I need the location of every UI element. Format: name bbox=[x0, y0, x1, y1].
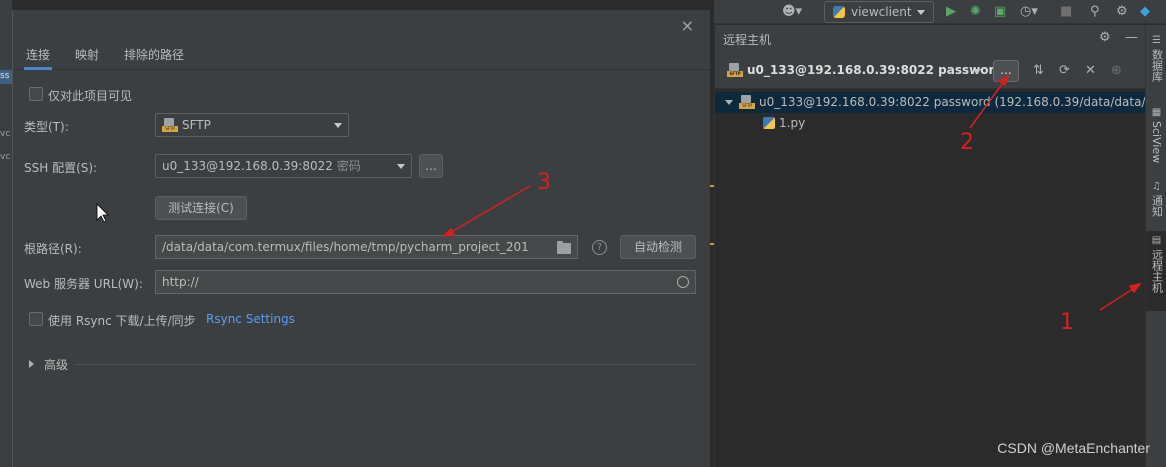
sftp-icon: SFTP bbox=[739, 95, 755, 109]
tool-tab-remote-host[interactable]: ▤ 远程主机 bbox=[1146, 231, 1166, 311]
debug-icon[interactable]: ✺ bbox=[970, 3, 981, 21]
remote-host-title: 远程主机 bbox=[723, 33, 772, 47]
ssh-more-button[interactable]: ... bbox=[419, 154, 443, 178]
main-toolbar: ☻▾ viewclient ▶ ✺ ▣ ◷▾ ■ ⚲ ⚙ ◆ bbox=[714, 0, 1166, 24]
ssh-config-value: u0_133@192.168.0.39:8022 bbox=[162, 159, 333, 173]
ssh-config-select[interactable]: u0_133@192.168.0.39:8022 密码 bbox=[155, 154, 412, 178]
remote-host-toolbar: SFTP u0_133@192.168.0.39:8022 password ..… bbox=[715, 53, 1146, 89]
settings-icon[interactable]: ⚙ bbox=[1116, 3, 1128, 21]
close-icon[interactable]: ✕ bbox=[1085, 63, 1096, 78]
globe-icon[interactable] bbox=[677, 276, 689, 288]
chevron-down-icon[interactable] bbox=[725, 100, 733, 105]
type-select[interactable]: SFTP SFTP bbox=[155, 113, 349, 137]
remote-host-icon: ▤ bbox=[1151, 235, 1162, 246]
tree-row-label: 1.py bbox=[779, 116, 806, 130]
advanced-label: 高级 bbox=[44, 358, 69, 372]
type-label: 类型(T): bbox=[24, 120, 69, 134]
tab-excluded-paths[interactable]: 排除的路径 bbox=[124, 40, 184, 70]
host-more-button[interactable]: ... bbox=[993, 60, 1019, 82]
annotation-number-2: 2 bbox=[960, 130, 974, 155]
python-icon bbox=[833, 6, 845, 18]
stop-icon[interactable]: ■ bbox=[1060, 3, 1072, 21]
chevron-down-icon[interactable] bbox=[973, 69, 981, 74]
sciview-icon: ▦ bbox=[1151, 107, 1162, 118]
search-icon[interactable]: ⚲ bbox=[1090, 3, 1100, 21]
tool-tab-label: SciView bbox=[1150, 121, 1163, 164]
chevron-right-icon bbox=[29, 360, 34, 368]
python-file-icon bbox=[763, 117, 775, 129]
help-icon[interactable]: ? bbox=[592, 240, 607, 255]
bell-icon: ♫ bbox=[1151, 181, 1162, 192]
annotation-number-3: 3 bbox=[537, 170, 551, 195]
jetbrains-logo-icon[interactable]: ◆ bbox=[1140, 3, 1150, 21]
tool-tab-label: 通知 bbox=[1150, 195, 1164, 217]
tree-row-label: u0_133@192.168.0.39:8022 password (192.1… bbox=[759, 95, 1146, 109]
run-icon[interactable]: ▶ bbox=[946, 3, 956, 21]
web-server-url-value: http:// bbox=[162, 275, 199, 289]
visible-only-label: 仅对此项目可见 bbox=[48, 89, 133, 103]
target-icon[interactable]: ⊕ bbox=[1111, 63, 1122, 78]
tree-row-host[interactable]: SFTP u0_133@192.168.0.39:8022 password (1… bbox=[715, 92, 1146, 113]
visible-only-checkbox[interactable] bbox=[29, 87, 43, 101]
chevron-down-icon bbox=[397, 164, 405, 169]
tool-tab-sciview[interactable]: ▦ SciView bbox=[1146, 103, 1166, 173]
minimize-icon[interactable]: — bbox=[1125, 30, 1138, 45]
collapse-icon[interactable]: ⇅ bbox=[1033, 63, 1044, 78]
root-path-value: /data/data/com.termux/files/home/tmp/pyc… bbox=[162, 240, 529, 254]
left-editor-strip: ss vc vc bbox=[0, 0, 12, 467]
test-connection-button[interactable]: 测试连接(C) bbox=[155, 196, 247, 220]
watermark: CSDN @MetaEnchanter bbox=[997, 440, 1150, 456]
tab-connection[interactable]: 连接 bbox=[24, 40, 53, 70]
host-select[interactable]: SFTP u0_133@192.168.0.39:8022 password bbox=[727, 63, 1003, 77]
folder-icon[interactable] bbox=[557, 241, 571, 254]
rsync-settings-link[interactable]: Rsync Settings bbox=[206, 312, 295, 326]
close-icon[interactable]: × bbox=[681, 16, 694, 35]
run-configuration-select[interactable]: viewclient bbox=[824, 1, 934, 23]
remote-host-header: 远程主机 ⚙ — bbox=[715, 25, 1146, 53]
root-path-label: 根路径(R): bbox=[24, 242, 82, 256]
deployment-config-dialog: × 连接 映射 排除的路径 仅对此项目可见 类型(T): SFTP SFTP SS… bbox=[12, 10, 711, 467]
right-tool-strip: ☰ 数据库 ▦ SciView ♫ 通知 ▤ 远程主机 bbox=[1145, 25, 1166, 467]
database-icon: ☰ bbox=[1151, 35, 1162, 46]
chevron-down-icon bbox=[917, 10, 925, 15]
type-value: SFTP bbox=[182, 118, 211, 132]
web-server-url-label: Web 服务器 URL(W): bbox=[24, 277, 143, 291]
tool-tab-label: 数据库 bbox=[1150, 49, 1164, 82]
divider bbox=[75, 364, 695, 365]
tree-row-file[interactable]: 1.py bbox=[715, 113, 1146, 134]
left-fragment: vc bbox=[0, 152, 11, 162]
sftp-icon: SFTP bbox=[727, 63, 743, 77]
chevron-down-icon bbox=[334, 123, 342, 128]
left-fragment: vc bbox=[0, 129, 11, 139]
ssh-auth-type: 密码 bbox=[336, 159, 361, 173]
gear-icon[interactable]: ⚙ bbox=[1099, 30, 1111, 45]
user-icon[interactable]: ☻▾ bbox=[782, 3, 802, 21]
profile-icon[interactable]: ◷▾ bbox=[1020, 3, 1038, 21]
annotation-number-1: 1 bbox=[1060, 310, 1074, 335]
dialog-tabs: 连接 映射 排除的路径 bbox=[13, 40, 711, 70]
left-fragment: ss bbox=[0, 71, 10, 81]
tool-tab-database[interactable]: ☰ 数据库 bbox=[1146, 31, 1166, 95]
sftp-icon: SFTP bbox=[162, 118, 178, 132]
tab-mappings[interactable]: 映射 bbox=[75, 40, 99, 70]
coverage-icon[interactable]: ▣ bbox=[994, 3, 1006, 21]
remote-host-panel: 远程主机 ⚙ — SFTP u0_133@192.168.0.39:8022 pa… bbox=[714, 25, 1146, 467]
host-value: u0_133@192.168.0.39:8022 password bbox=[747, 63, 1003, 77]
rsync-label: 使用 Rsync 下载/上传/同步 bbox=[48, 314, 196, 328]
autodetect-button[interactable]: 自动检测 bbox=[620, 235, 696, 259]
tool-tab-notifications[interactable]: ♫ 通知 bbox=[1146, 177, 1166, 229]
root-path-input[interactable]: /data/data/com.termux/files/home/tmp/pyc… bbox=[155, 235, 578, 259]
run-configuration-name: viewclient bbox=[851, 5, 912, 19]
tool-tab-label: 远程主机 bbox=[1150, 249, 1164, 293]
ssh-config-label: SSH 配置(S): bbox=[24, 161, 98, 175]
rsync-checkbox[interactable] bbox=[29, 312, 43, 326]
refresh-icon[interactable]: ⟳ bbox=[1059, 63, 1070, 78]
web-server-url-input[interactable]: http:// bbox=[155, 270, 696, 294]
